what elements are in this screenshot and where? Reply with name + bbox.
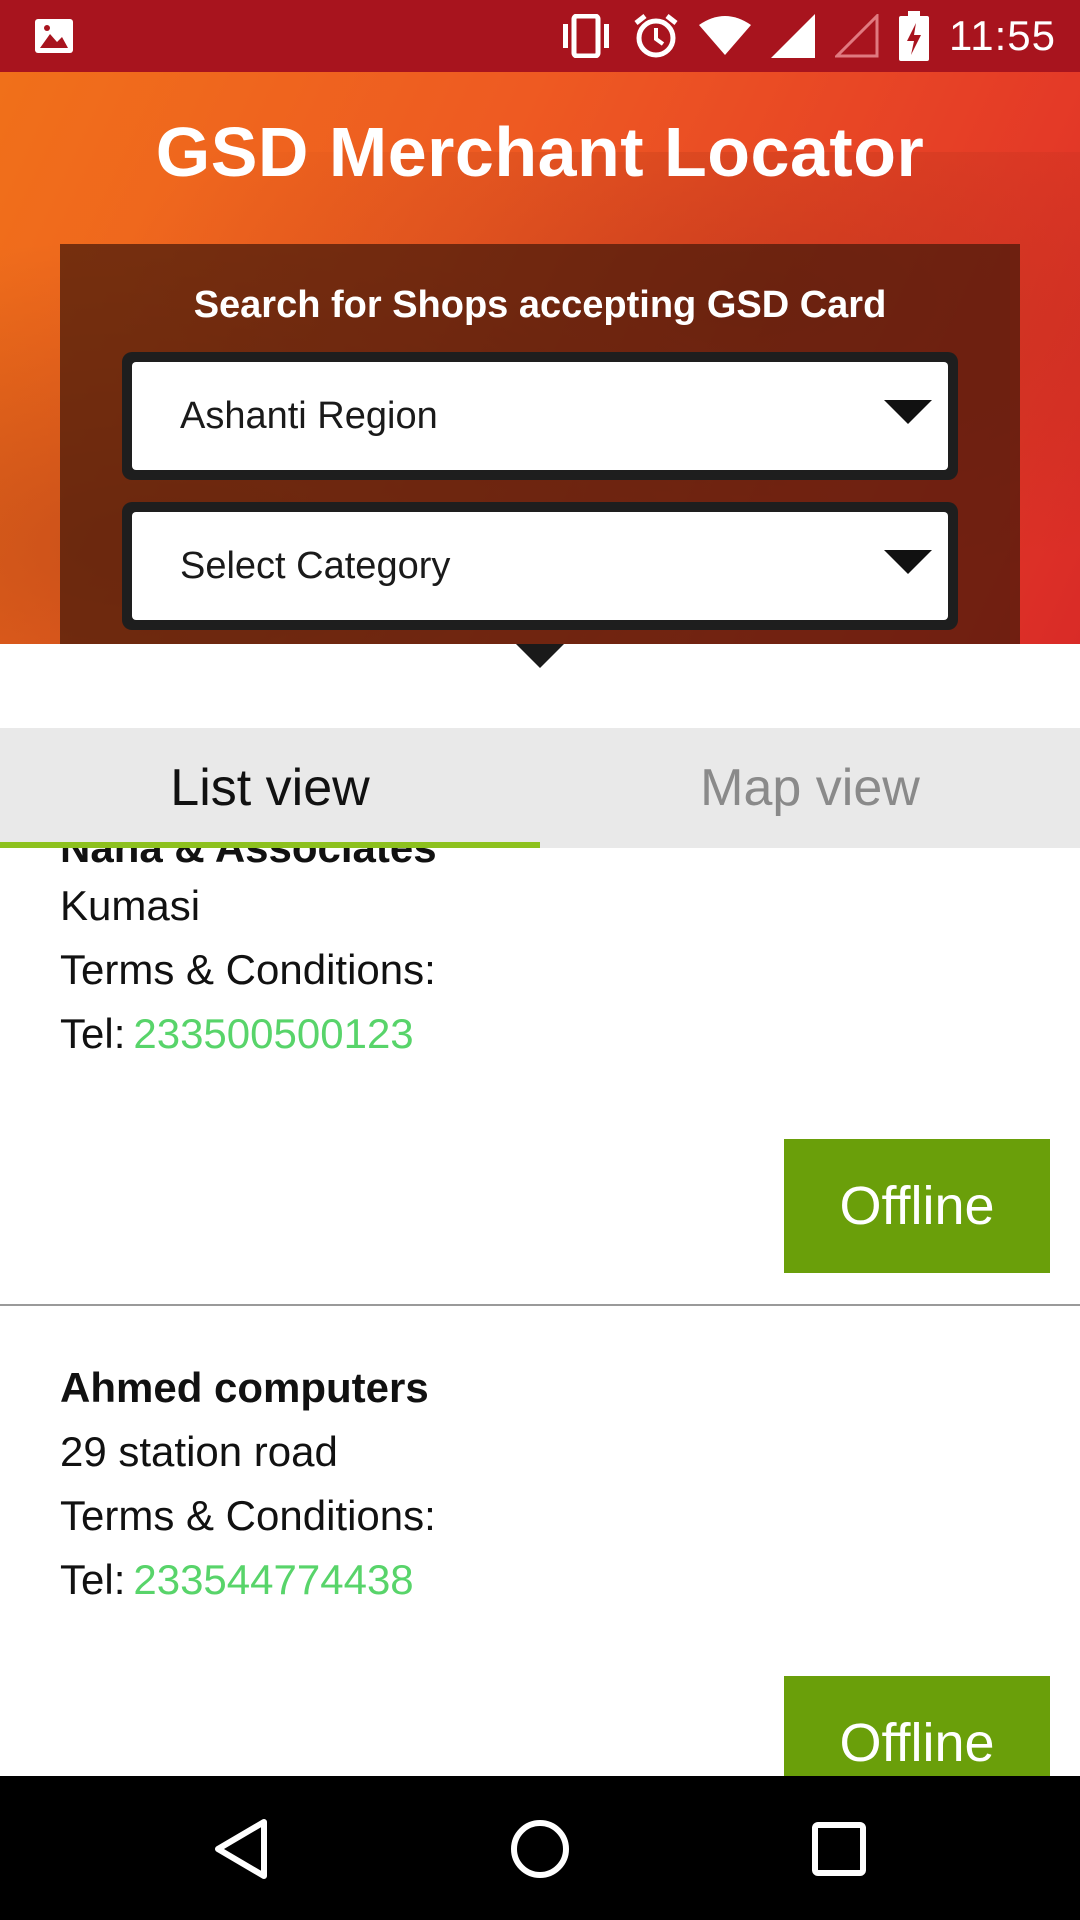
vibrate-icon <box>563 14 609 58</box>
chevron-down-icon <box>884 550 932 574</box>
tel-label: Tel: <box>60 1010 126 1057</box>
search-heading: Search for Shops accepting GSD Card <box>193 284 887 326</box>
merchant-terms: Terms & Conditions: <box>60 946 436 993</box>
merchant-name: Ahmed computers <box>60 1364 429 1411</box>
status-time: 11:55 <box>949 12 1056 59</box>
merchant-list[interactable]: Nana & Associates Kumasi Terms & Conditi… <box>0 848 1080 1776</box>
tab-list-view[interactable]: List view <box>0 728 540 848</box>
list-item[interactable]: Ahmed computers 29 station road Terms & … <box>0 1334 1080 1776</box>
merchant-tel: Tel: 233544774438 <box>60 1556 414 1604</box>
merchant-terms: Terms & Conditions: <box>60 1492 436 1539</box>
list-item[interactable]: Nana & Associates Kumasi Terms & Conditi… <box>0 848 1080 1306</box>
phone-link[interactable]: 233544774438 <box>133 1556 413 1603</box>
tel-label: Tel: <box>60 1556 126 1603</box>
home-icon[interactable] <box>505 1814 575 1884</box>
battery-charging-icon <box>899 11 929 61</box>
category-dropdown-field[interactable]: Select Category <box>132 512 948 620</box>
category-dropdown[interactable]: Select Category <box>122 502 958 630</box>
screen: 11:55 GSD Merchant Locator Search for Sh… <box>0 0 1080 1920</box>
offline-status-button[interactable]: Offline <box>784 1676 1050 1776</box>
phone-link[interactable]: 233500500123 <box>133 1010 413 1057</box>
chevron-down-icon <box>884 400 932 424</box>
recents-icon[interactable] <box>804 1814 874 1884</box>
no-signal-icon <box>835 14 879 58</box>
image-notification-icon <box>35 19 73 53</box>
status-bar: 11:55 <box>0 0 1080 72</box>
merchant-address: Kumasi <box>60 882 201 929</box>
region-dropdown-field[interactable]: Ashanti Region <box>132 362 948 470</box>
region-dropdown-value: Ashanti Region <box>180 394 438 437</box>
panel-pointer-notch <box>516 644 564 668</box>
merchant-address: 29 station road <box>60 1428 338 1475</box>
status-icons: 11:55 <box>559 0 1056 72</box>
offline-status-button[interactable]: Offline <box>784 1139 1050 1273</box>
view-tabs: List view Map view <box>0 728 1080 848</box>
tab-map-view[interactable]: Map view <box>540 728 1080 848</box>
system-nav-bar <box>0 1776 1080 1920</box>
signal-icon <box>771 14 815 58</box>
wifi-icon <box>699 16 751 55</box>
header-banner: GSD Merchant Locator Search for Shops ac… <box>0 72 1080 644</box>
back-icon[interactable] <box>206 1814 276 1884</box>
alarm-icon <box>634 14 678 58</box>
search-panel: Search for Shops accepting GSD Card Asha… <box>60 244 1020 644</box>
category-dropdown-value: Select Category <box>180 544 451 587</box>
merchant-name: Nana & Associates <box>60 848 437 872</box>
app-title: GSD Merchant Locator <box>155 113 925 191</box>
merchant-tel: Tel: 233500500123 <box>60 1010 414 1058</box>
region-dropdown[interactable]: Ashanti Region <box>122 352 958 480</box>
